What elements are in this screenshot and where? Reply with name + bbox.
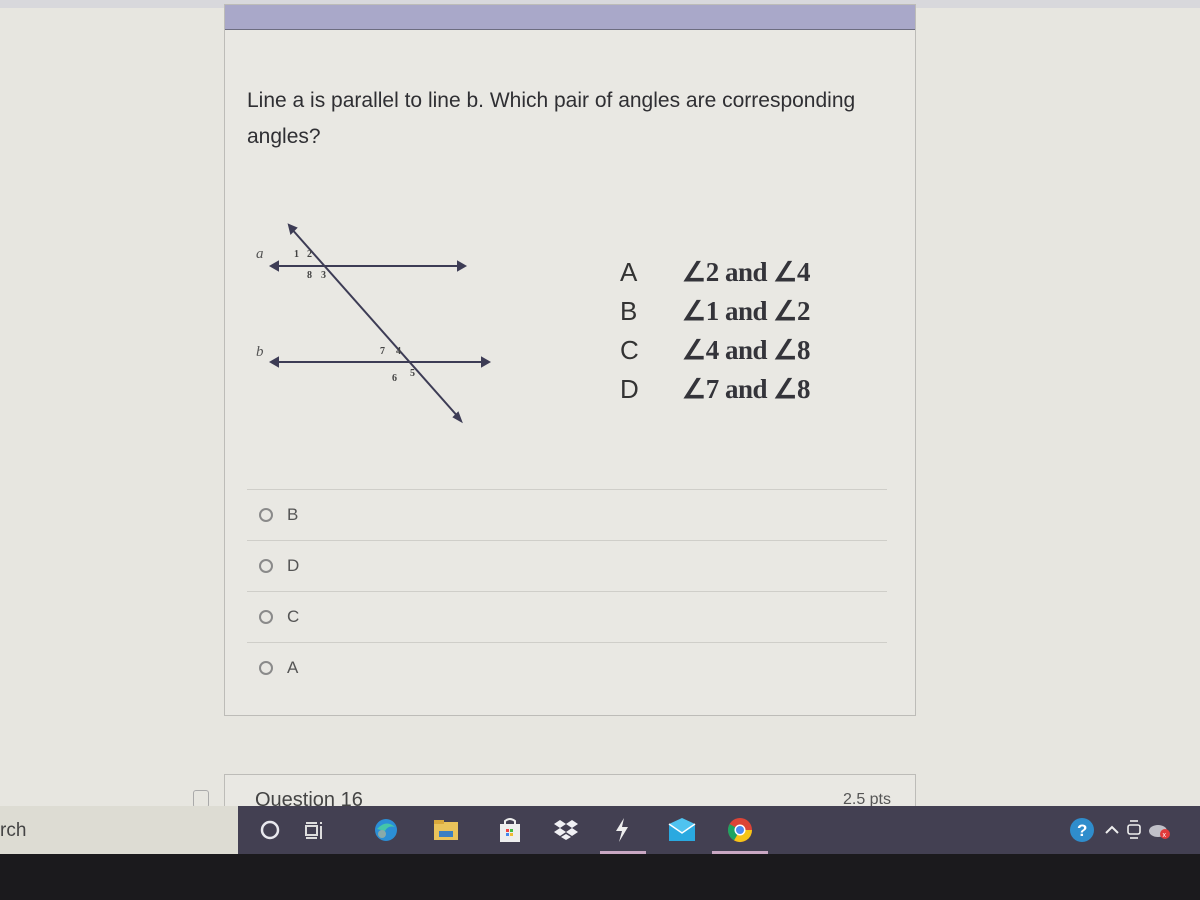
file-explorer-icon[interactable] (432, 816, 460, 844)
taskbar: ? x (238, 806, 1200, 854)
svg-text:x: x (1163, 832, 1167, 839)
choice-row: C ∠4 and ∠8 (620, 331, 810, 370)
choice-letter: B (620, 296, 638, 326)
angle-6: 6 (392, 373, 397, 384)
label-line-b: b (256, 344, 264, 360)
label-line-a: a (256, 246, 264, 262)
taskbar-search[interactable]: rch (0, 806, 238, 854)
choice-row: D ∠7 and ∠8 (620, 370, 810, 409)
angle-7: 7 (380, 346, 385, 357)
parallel-lines-figure: a b 1 2 8 3 7 4 6 5 (256, 223, 492, 424)
choice-letter: C (620, 335, 639, 365)
radio-button[interactable] (259, 508, 273, 522)
choice-letter: A (620, 257, 638, 287)
answer-option-c[interactable]: C (247, 591, 887, 642)
angle-8: 8 (307, 270, 312, 281)
answer-label: A (287, 658, 299, 677)
choice-letter: D (620, 374, 639, 404)
monitor-bezel (0, 854, 1200, 900)
cortana-icon[interactable] (256, 816, 284, 844)
transversal (289, 226, 461, 420)
choice-table: A ∠2 and ∠4 B ∠1 and ∠2 C ∠4 and ∠8 D ∠7… (620, 253, 810, 409)
question-header (225, 5, 915, 30)
arrow-a-right (457, 260, 468, 272)
answer-label: B (287, 505, 299, 524)
radio-button[interactable] (259, 559, 273, 573)
choice-angles: ∠2 and ∠4 (682, 257, 810, 287)
choice-angles: ∠4 and ∠8 (682, 335, 810, 365)
dropbox-icon[interactable] (552, 816, 580, 844)
onedrive-error-icon[interactable]: x (1146, 816, 1174, 844)
edge-icon[interactable] (372, 816, 400, 844)
angle-4: 4 (396, 346, 401, 357)
store-icon[interactable] (496, 816, 524, 844)
angle-3: 3 (321, 270, 326, 281)
search-text: rch (0, 820, 27, 841)
answer-label: D (287, 556, 300, 575)
task-view-icon[interactable] (300, 816, 328, 844)
answer-option-a[interactable]: A (247, 642, 887, 693)
answer-label: C (287, 607, 300, 626)
app-icon[interactable] (608, 816, 636, 844)
answer-option-d[interactable]: D (247, 540, 887, 591)
meet-icon[interactable] (1120, 816, 1148, 844)
choice-row: A ∠2 and ∠4 (620, 253, 810, 292)
arrow-b-right (481, 356, 492, 368)
svg-text:?: ? (1077, 821, 1087, 840)
choice-row: B ∠1 and ∠2 (620, 292, 810, 331)
question-text: Line a is parallel to line b. Which pair… (247, 89, 856, 148)
angle-5: 5 (410, 368, 415, 379)
mail-icon[interactable] (668, 816, 696, 844)
help-icon[interactable]: ? (1068, 816, 1096, 844)
answer-options: B D C A (247, 489, 887, 693)
arrow-a-left (268, 260, 279, 272)
choice-angles: ∠1 and ∠2 (682, 296, 810, 326)
angle-1: 1 (294, 249, 299, 260)
radio-button[interactable] (259, 661, 273, 675)
answer-option-b[interactable]: B (247, 489, 887, 540)
question-card: Line a is parallel to line b. Which pair… (224, 4, 916, 716)
angle-2: 2 (307, 249, 312, 260)
arrow-b-left (268, 356, 279, 368)
choice-angles: ∠7 and ∠8 (682, 374, 810, 404)
chrome-icon[interactable] (726, 816, 754, 844)
radio-button[interactable] (259, 610, 273, 624)
